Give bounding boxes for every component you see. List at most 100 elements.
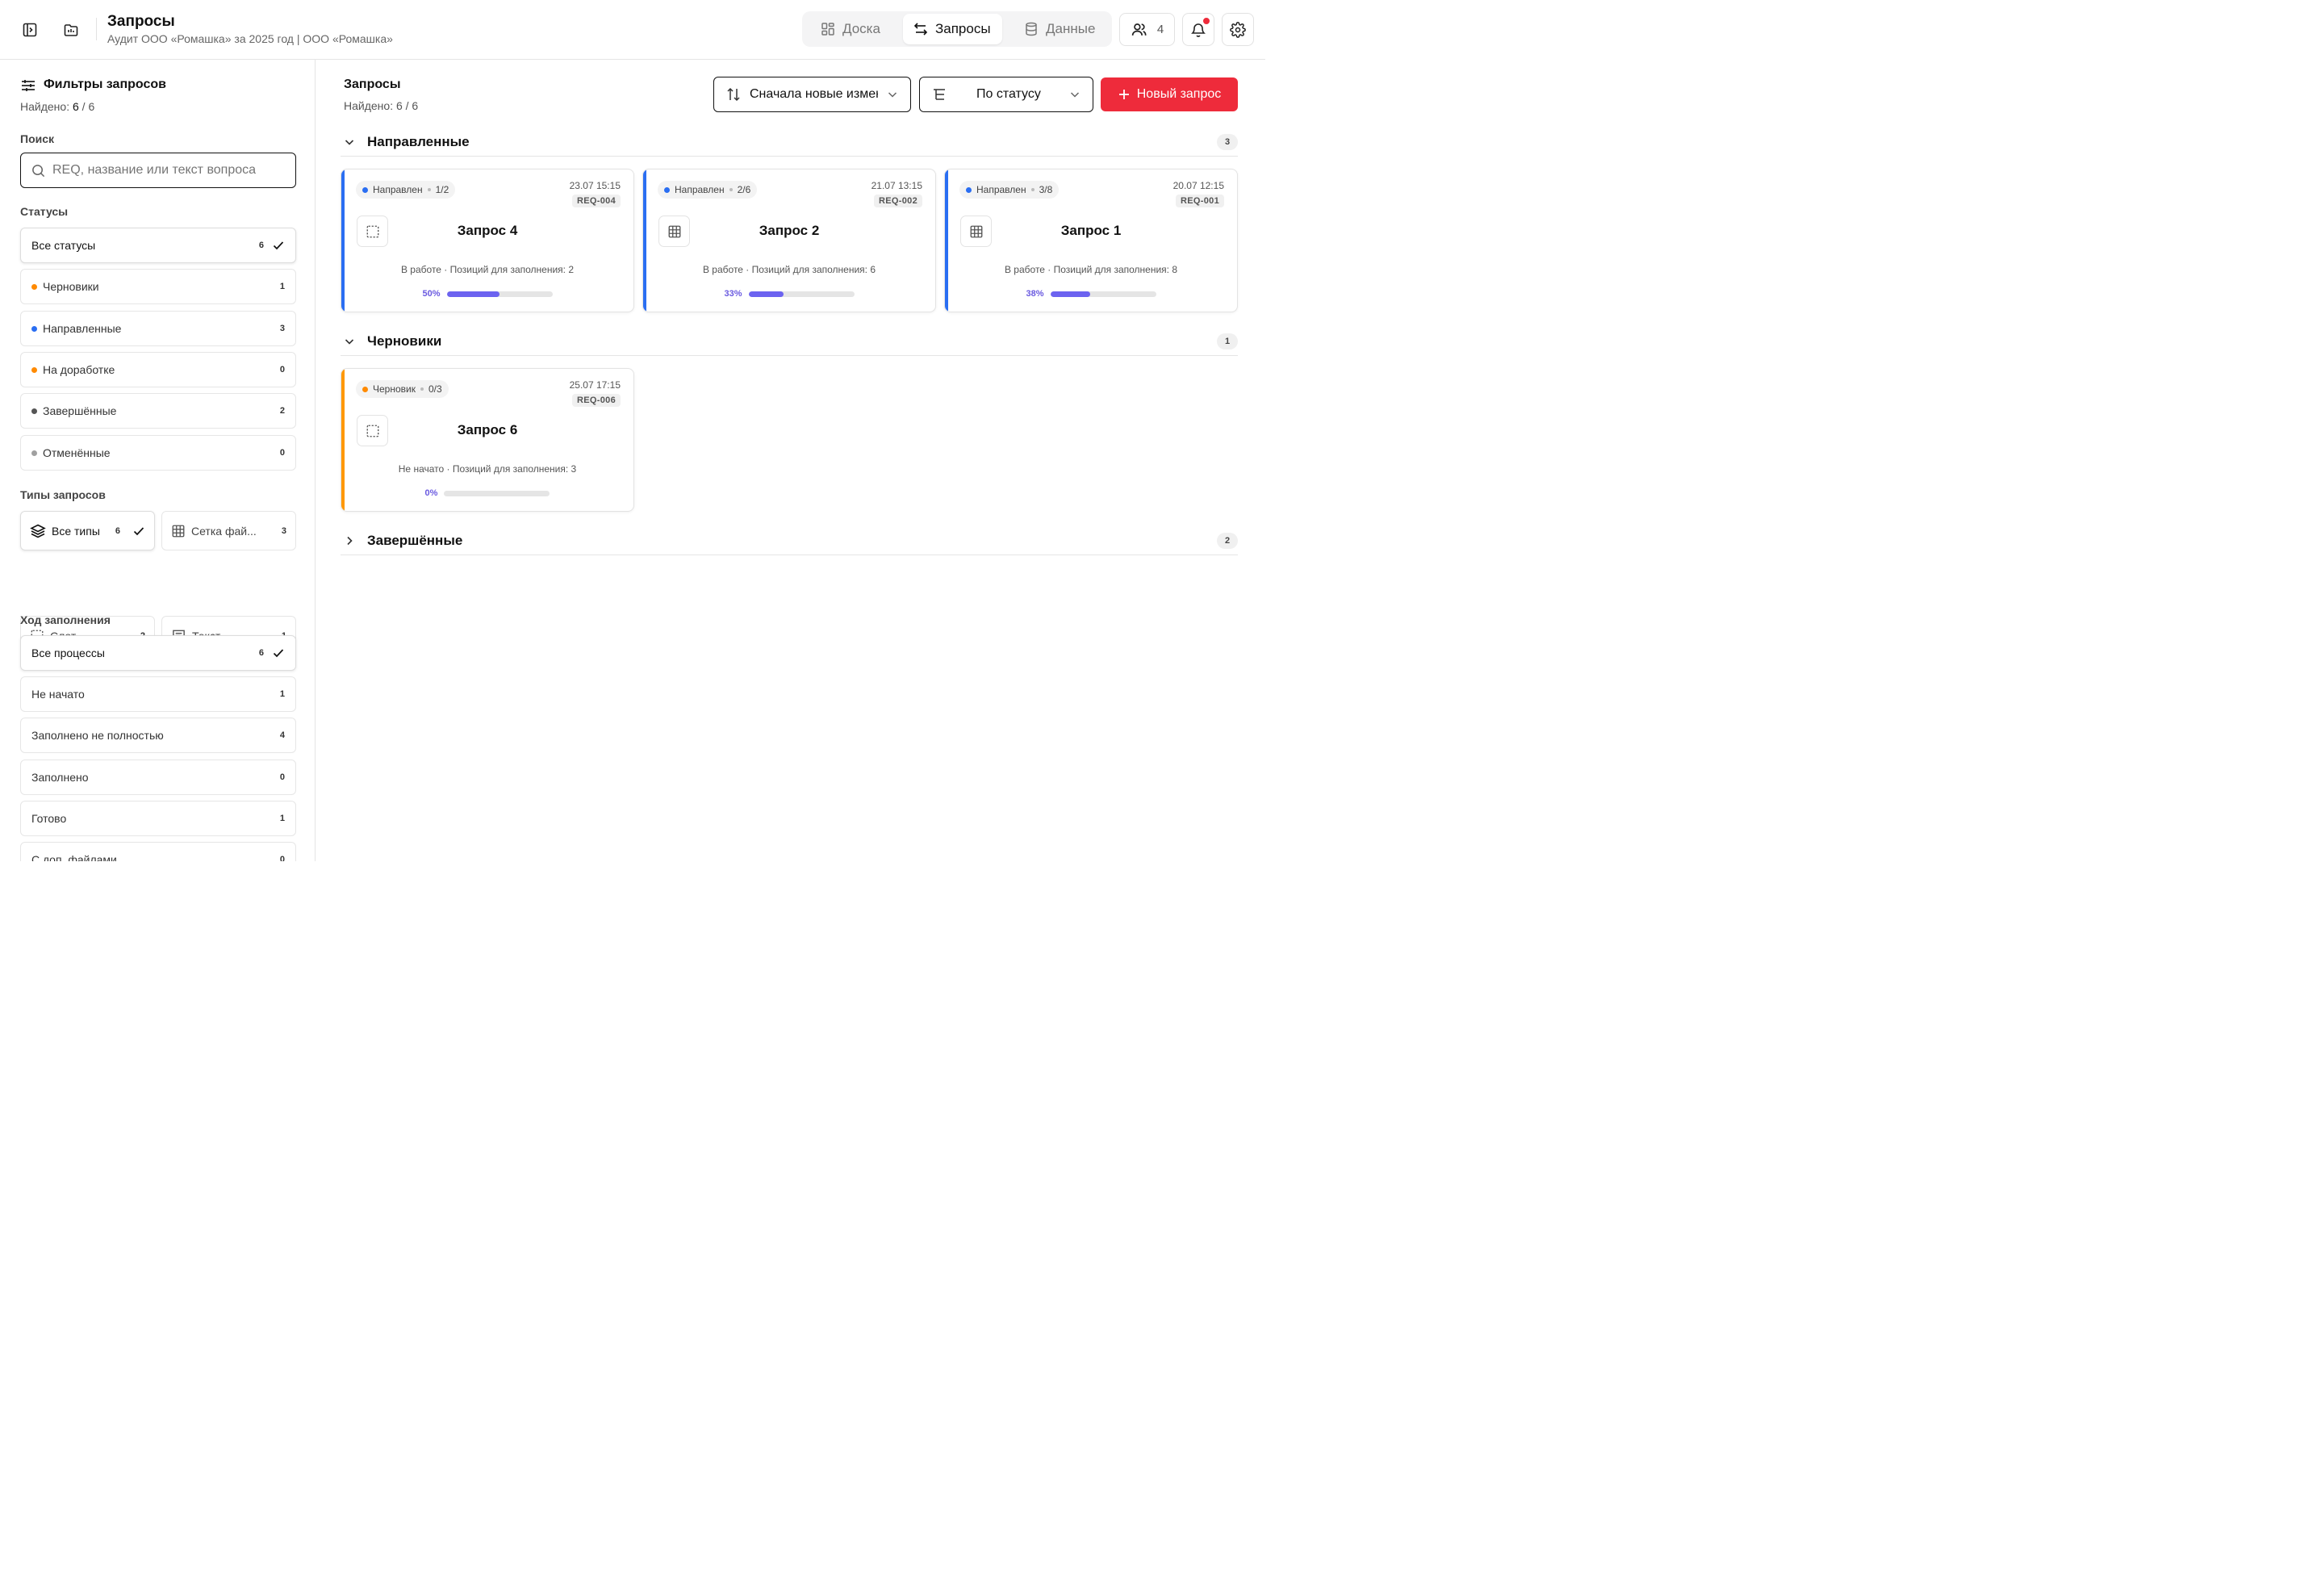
type-filter-label: Все типы (52, 524, 100, 538)
progress-filter-all[interactable]: Все процессы 6 (20, 635, 296, 671)
status-ratio: 2/6 (737, 184, 751, 195)
status-text: Направлен (976, 184, 1026, 195)
progress-filter-filled[interactable]: Заполнено 0 (20, 760, 296, 795)
status-filter-completed[interactable]: Завершённые 2 (20, 393, 296, 429)
progress-filter-label: С доп. файлами (31, 853, 117, 861)
request-card[interactable]: Направлен 3/8 20.07 12:15 REQ-001 Запрос … (944, 169, 1238, 312)
tab-data[interactable]: Данные (1014, 14, 1105, 44)
found-label: Найдено: (20, 100, 70, 113)
card-req-id: REQ-004 (572, 195, 621, 207)
status-filter-all[interactable]: Все статусы 6 (20, 228, 296, 263)
new-request-button[interactable]: Новый запрос (1101, 77, 1238, 111)
progress-filter-label: Готово (31, 812, 67, 825)
type-filter-file-grid[interactable]: Сетка фай... 3 (161, 511, 296, 550)
request-card[interactable]: Направлен 2/6 21.07 13:15 REQ-002 Запрос … (642, 169, 936, 312)
group-title: Направленные (367, 133, 470, 149)
sidebar-toggle-icon[interactable] (19, 19, 40, 40)
status-filter-sent[interactable]: Направленные 3 (20, 311, 296, 346)
status-pill: Направлен 1/2 (356, 181, 456, 199)
card-info: В работе · Позиций для заполнения: 2 (400, 264, 575, 275)
chevron-down-icon (1068, 88, 1081, 101)
progress-filter-count: 0 (279, 772, 285, 782)
chevron-down-icon (341, 335, 358, 348)
bell-icon (1190, 16, 1210, 38)
status-filter-count: 0 (279, 448, 285, 458)
progress-filter-label: Заполнено (31, 771, 89, 784)
users-count: 4 (1156, 23, 1164, 36)
filters-title: Фильтры запросов (44, 77, 166, 91)
status-dot (31, 366, 37, 373)
progress-filter-count: 6 (258, 648, 264, 658)
status-dot (362, 386, 368, 392)
status-filter-count: 1 (279, 282, 285, 291)
group-header-completed[interactable]: Завершённые 2 (341, 526, 1238, 555)
status-dot (362, 186, 368, 193)
status-pill: Черновик 0/3 (356, 380, 449, 398)
card-name: Запрос 1 (1060, 223, 1122, 238)
notification-dot (1202, 16, 1210, 25)
progress-track (446, 291, 553, 297)
type-filter-all[interactable]: Все типы 6 (20, 511, 155, 550)
sliders-icon (20, 77, 36, 94)
status-ratio: 1/2 (435, 184, 449, 195)
card-name: Запрос 6 (457, 422, 518, 437)
progress-filter-ready[interactable]: Готово 1 (20, 801, 296, 836)
check-icon (272, 239, 285, 252)
status-filter-cancelled[interactable]: Отменённые 0 (20, 435, 296, 471)
sort-dropdown[interactable]: Сначала новые изменения (713, 77, 911, 112)
tab-board[interactable]: Доска (810, 14, 890, 44)
progress-percent: 50% (422, 289, 441, 299)
request-card[interactable]: Черновик 0/3 25.07 17:15 REQ-006 Запрос 6… (341, 368, 634, 512)
card-name: Запрос 2 (759, 223, 820, 238)
status-filter-count: 6 (258, 241, 264, 250)
main-title: Запросы (344, 77, 401, 91)
sort-icon (725, 86, 742, 103)
notifications-button[interactable] (1182, 13, 1214, 46)
database-icon (1023, 21, 1039, 37)
page-title: Запросы (107, 13, 175, 30)
status-filter-label: Завершённые (43, 404, 117, 417)
found-value: 6 (72, 100, 79, 113)
types-label: Типы запросов (20, 488, 106, 501)
status-dot (31, 408, 37, 414)
status-text: Направлен (373, 184, 423, 195)
tab-requests[interactable]: Запросы (903, 14, 1002, 44)
type-filter-count: 3 (281, 525, 286, 536)
folder-icon[interactable] (61, 19, 82, 40)
group-header-sent[interactable]: Направленные 3 (341, 128, 1238, 157)
chevron-right-icon (341, 534, 358, 547)
status-filter-drafts[interactable]: Черновики 1 (20, 269, 296, 304)
card-date: 23.07 15:15 (569, 180, 621, 191)
status-ratio: 3/8 (1039, 184, 1053, 195)
request-card[interactable]: Направлен 1/2 23.07 15:15 REQ-004 Запрос … (341, 169, 634, 312)
hierarchy-icon (931, 86, 947, 103)
search-box (20, 153, 296, 188)
top-bar: Запросы Аудит ООО «Ромашка» за 2025 год … (0, 0, 1265, 60)
progress-filter-partial[interactable]: Заполнено не полностью 4 (20, 718, 296, 753)
status-pill: Направлен 2/6 (658, 181, 758, 199)
users-button[interactable]: 4 (1119, 13, 1175, 46)
card-req-id: REQ-006 (572, 394, 621, 407)
card-progress: 33% (643, 289, 935, 299)
group-header-drafts[interactable]: Черновики 1 (341, 327, 1238, 356)
progress-percent: 33% (724, 289, 742, 299)
group-title: Завершённые (367, 532, 463, 548)
group-count: 2 (1217, 532, 1238, 549)
settings-button[interactable] (1222, 13, 1254, 46)
status-filter-rework[interactable]: На доработке 0 (20, 352, 296, 387)
progress-fill (446, 291, 500, 297)
statuses-label: Статусы (20, 205, 69, 218)
progress-track (748, 291, 855, 297)
status-filter-label: Все статусы (31, 239, 96, 252)
card-progress: 38% (945, 289, 1237, 299)
card-info: В работе · Позиций для заполнения: 6 (702, 264, 876, 275)
check-icon (132, 525, 145, 538)
progress-filter-not-started[interactable]: Не начато 1 (20, 676, 296, 712)
chevron-down-icon (886, 88, 899, 101)
search-input[interactable] (52, 163, 270, 178)
status-filter-label: Черновики (43, 280, 99, 293)
card-progress: 50% (341, 289, 633, 299)
progress-percent: 38% (1026, 289, 1044, 299)
group-dropdown[interactable]: По статусу (919, 77, 1093, 112)
progress-filter-extra-files[interactable]: С доп. файлами 0 (20, 842, 296, 861)
